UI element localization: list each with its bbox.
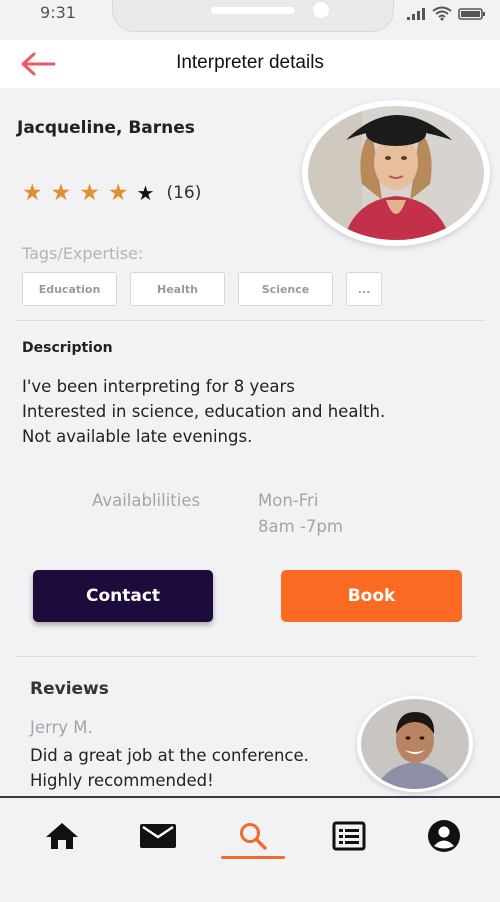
- account-icon: [428, 820, 460, 852]
- contact-button[interactable]: Contact: [33, 570, 213, 622]
- home-icon: [46, 823, 78, 849]
- description-line: I've been interpreting for 8 years: [22, 377, 295, 396]
- description-line: Not available late evenings.: [22, 427, 253, 446]
- reviews-title: Reviews: [30, 679, 109, 699]
- tab-account[interactable]: [424, 818, 464, 854]
- rating: ★ ★ ★ ★ ★ (16): [22, 181, 201, 205]
- star-filled-icon: ★: [79, 180, 100, 206]
- status-bar: 9:31: [0, 0, 500, 40]
- interpreter-avatar: [302, 100, 490, 246]
- star-filled-icon: ★: [50, 180, 72, 206]
- tab-messages[interactable]: [138, 818, 178, 854]
- tag-science[interactable]: Science: [238, 272, 333, 306]
- star-filled-icon: ★: [22, 180, 43, 206]
- active-tab-indicator: [221, 856, 285, 859]
- list-icon: [332, 821, 366, 851]
- camera-dot: [313, 2, 329, 18]
- status-time: 9:31: [40, 3, 76, 22]
- signal-icon: [407, 7, 425, 20]
- review-text: Did a great job at the conference.: [30, 746, 309, 765]
- description-title: Description: [22, 340, 113, 356]
- description-line: Interested in science, education and hea…: [22, 402, 386, 421]
- review-text: Highly recommended!: [30, 771, 214, 790]
- wifi-icon: [432, 6, 452, 21]
- reviewer-avatar: [357, 696, 473, 792]
- tags-label: Tags/Expertise:: [22, 244, 144, 263]
- tab-home[interactable]: [42, 818, 82, 854]
- tag-health[interactable]: Health: [130, 272, 225, 306]
- availability-hours: 8am -7pm: [258, 517, 343, 536]
- availability-label: Availablilities: [92, 491, 201, 510]
- availability-days: Mon-Fri: [258, 491, 319, 510]
- divider: [15, 656, 477, 657]
- tab-search[interactable]: [233, 818, 273, 854]
- mail-icon: [140, 824, 176, 848]
- interpreter-name: Jacqueline, Barnes: [17, 118, 195, 138]
- speaker-grille: [211, 7, 295, 14]
- tab-list[interactable]: [329, 818, 369, 854]
- search-icon: [240, 823, 267, 850]
- tags-list: Education Health Science ...: [22, 272, 382, 306]
- divider: [15, 320, 485, 321]
- device-notch: [112, 0, 394, 32]
- battery-icon: [458, 7, 485, 20]
- top-app-bar: Interpreter details: [0, 40, 500, 88]
- system-icons: [406, 6, 486, 21]
- book-button[interactable]: Book: [281, 570, 462, 622]
- page-title: Interpreter details: [176, 52, 324, 73]
- rating-count: (16): [166, 183, 202, 203]
- bottom-tab-bar: [0, 796, 500, 902]
- tag-more[interactable]: ...: [346, 272, 382, 306]
- star-icon: ★: [136, 181, 155, 205]
- star-filled-icon: ★: [107, 180, 129, 206]
- review-author: Jerry M.: [30, 718, 93, 737]
- tag-education[interactable]: Education: [22, 272, 117, 306]
